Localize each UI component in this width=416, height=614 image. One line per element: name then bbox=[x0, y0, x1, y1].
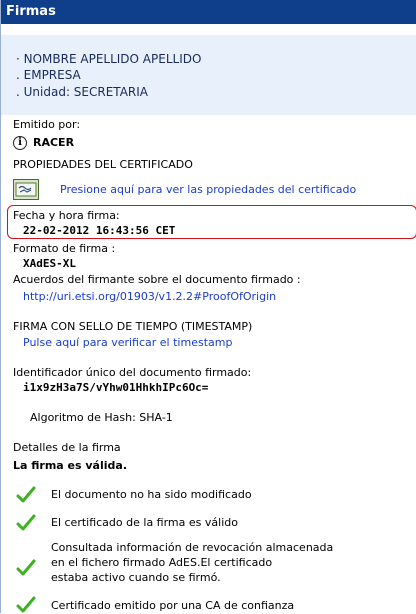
info-icon: i bbox=[13, 136, 27, 150]
certificate-section-title: PROPIEDADES DEL CERTIFICADO bbox=[13, 158, 193, 171]
document-id-label: Identificador único del documento firmad… bbox=[13, 366, 252, 379]
signature-datetime-value: 22-02-2012 16:43:56 CET bbox=[23, 224, 176, 237]
check-revocation-line3: estaba activo cuando se firmó. bbox=[51, 571, 221, 584]
timestamp-verify-link[interactable]: Pulse aquí para verificar el timestamp bbox=[23, 336, 232, 349]
check-trusted-ca: Certificado emitido por una CA de confia… bbox=[51, 599, 295, 612]
agreements-link[interactable]: http://uri.etsi.org/01903/v1.2.2#ProofOf… bbox=[23, 290, 276, 303]
signatures-panel: Firmas · NOMBRE APELLIDO APELLIDO . EMPR… bbox=[0, 0, 416, 613]
certificate-properties-link[interactable]: Presione aquí para ver las propiedades d… bbox=[60, 183, 356, 196]
timestamp-label: FIRMA CON SELLO DE TIEMPO (TIMESTAMP) bbox=[13, 320, 253, 333]
check-revocation-line2: en el fichero firmado AdES.El certificad… bbox=[51, 556, 273, 569]
signer-company: . EMPRESA bbox=[16, 68, 81, 82]
check-icon bbox=[16, 596, 36, 613]
signature-format-label: Formato de firma : bbox=[13, 242, 116, 255]
panel-title: Firmas bbox=[6, 4, 56, 19]
panel-header: Firmas bbox=[1, 0, 416, 24]
details-label: Detalles de la firma bbox=[13, 441, 121, 454]
issuer-label: Emitido por: bbox=[13, 118, 81, 131]
agreements-label: Acuerdos del firmante sobre el documento… bbox=[13, 273, 301, 286]
signature-valid-status: La firma es válida. bbox=[13, 459, 128, 472]
certificate-icon[interactable] bbox=[13, 179, 39, 200]
document-id-value: i1x9zH3a7S/vYhw01HhkhIPc6Oc= bbox=[23, 381, 209, 394]
check-certificate-valid: El certificado de la firma es válido bbox=[51, 516, 238, 529]
check-document-unmodified: El documento no ha sido modificado bbox=[51, 488, 252, 501]
certificate-glyph bbox=[15, 182, 37, 197]
check-icon bbox=[16, 559, 36, 576]
signature-format-value: XAdES-XL bbox=[23, 257, 76, 270]
check-revocation-line1: Consultada información de revocación alm… bbox=[51, 541, 334, 554]
signature-datetime-label: Fecha y hora firma: bbox=[13, 209, 120, 222]
check-icon bbox=[16, 514, 36, 531]
signer-info-box: · NOMBRE APELLIDO APELLIDO . EMPRESA . U… bbox=[1, 35, 416, 115]
signer-name: · NOMBRE APELLIDO APELLIDO bbox=[16, 52, 202, 66]
hash-algorithm: Algoritmo de Hash: SHA-1 bbox=[30, 411, 173, 424]
issuer-value: RACER bbox=[33, 136, 75, 149]
check-icon bbox=[16, 486, 36, 503]
signer-unit: . Unidad: SECRETARIA bbox=[16, 85, 148, 99]
